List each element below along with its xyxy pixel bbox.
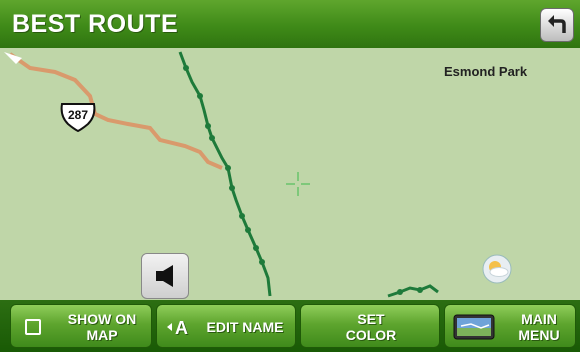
crosshair-icon	[286, 172, 310, 196]
page-title: BEST ROUTE	[12, 10, 179, 38]
svg-text:A: A	[175, 318, 188, 338]
main-menu-button[interactable]: MAIN MENU	[444, 304, 576, 348]
back-button[interactable]	[540, 8, 574, 42]
highway-road	[8, 52, 223, 170]
main-menu-line1: MAIN	[521, 311, 557, 327]
highway-number: 287	[67, 108, 89, 122]
speaker-button[interactable]	[141, 253, 189, 299]
main-menu-line2: MENU	[518, 327, 560, 343]
bottom-toolbar: SHOW ON MAP A EDIT NAME SET COLOR MAIN M…	[0, 300, 580, 352]
place-label: Esmond Park	[444, 64, 528, 79]
set-color-line2: COLOR	[345, 327, 397, 343]
checkbox-icon[interactable]	[25, 319, 41, 335]
edit-name-button[interactable]: A EDIT NAME	[156, 304, 296, 348]
speaker-icon	[156, 265, 173, 287]
route-line	[178, 51, 272, 297]
back-arrow-icon	[548, 15, 566, 33]
map-device-icon	[453, 314, 495, 340]
set-color-line1: SET	[357, 311, 385, 327]
map-view[interactable]: Esmond Park 287	[0, 48, 580, 300]
navigation-screen: BEST ROUTE Esmond Park 287 SHOW ON MAP A…	[0, 0, 580, 352]
edit-name-icon: A	[167, 318, 188, 338]
weather-icon[interactable]	[482, 254, 512, 284]
show-on-map-button[interactable]: SHOW ON MAP	[10, 304, 152, 348]
show-on-map-line1: SHOW ON	[67, 311, 137, 327]
set-color-button[interactable]: SET COLOR	[300, 304, 440, 348]
show-on-map-line2: MAP	[86, 327, 118, 343]
header-bar: BEST ROUTE	[0, 0, 580, 49]
route-line-secondary	[387, 284, 439, 298]
edit-name-label: EDIT NAME	[206, 319, 284, 335]
highway-shield: 287	[58, 102, 98, 133]
